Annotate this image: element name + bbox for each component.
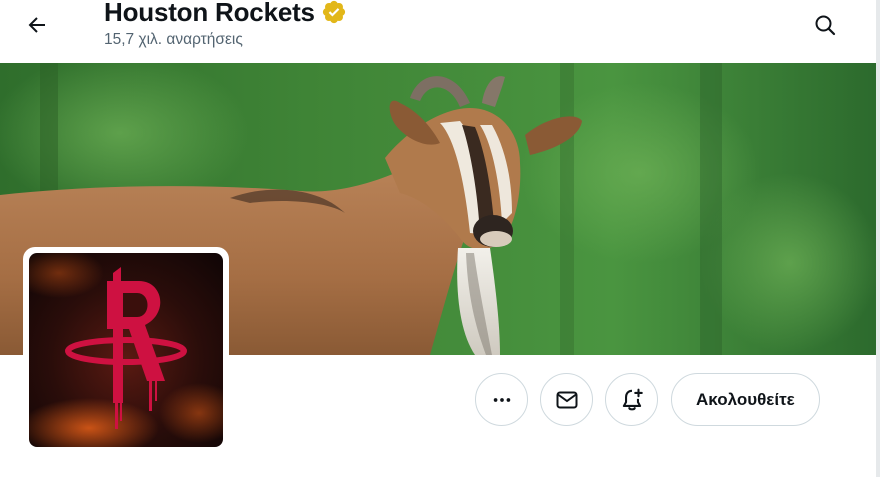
profile-header: Houston Rockets 15,7 χιλ. αναρτήσεις [0, 0, 880, 63]
back-button[interactable] [18, 6, 56, 44]
verified-badge-icon [322, 0, 345, 24]
more-button[interactable] [475, 373, 528, 426]
arrow-left-icon [28, 17, 45, 33]
profile-avatar[interactable] [23, 247, 229, 453]
notifications-button[interactable] [605, 373, 658, 426]
profile-name: Houston Rockets [104, 0, 315, 27]
mail-icon [556, 391, 577, 408]
rockets-logo-avatar [29, 253, 223, 447]
message-button[interactable] [540, 373, 593, 426]
profile-actions: Ακολουθείτε [475, 373, 820, 426]
more-icon [493, 397, 510, 402]
posts-count: 15,7 χιλ. αναρτήσεις [104, 31, 243, 48]
profile-title-block: Houston Rockets 15,7 χιλ. αναρτήσεις [104, 0, 347, 50]
houston-rockets-logo [29, 253, 223, 447]
following-button[interactable]: Ακολουθείτε [671, 373, 820, 426]
search-button[interactable] [806, 6, 844, 44]
bell-plus-icon [622, 388, 643, 410]
search-icon [815, 15, 836, 36]
scrollbar-track[interactable] [876, 0, 880, 477]
